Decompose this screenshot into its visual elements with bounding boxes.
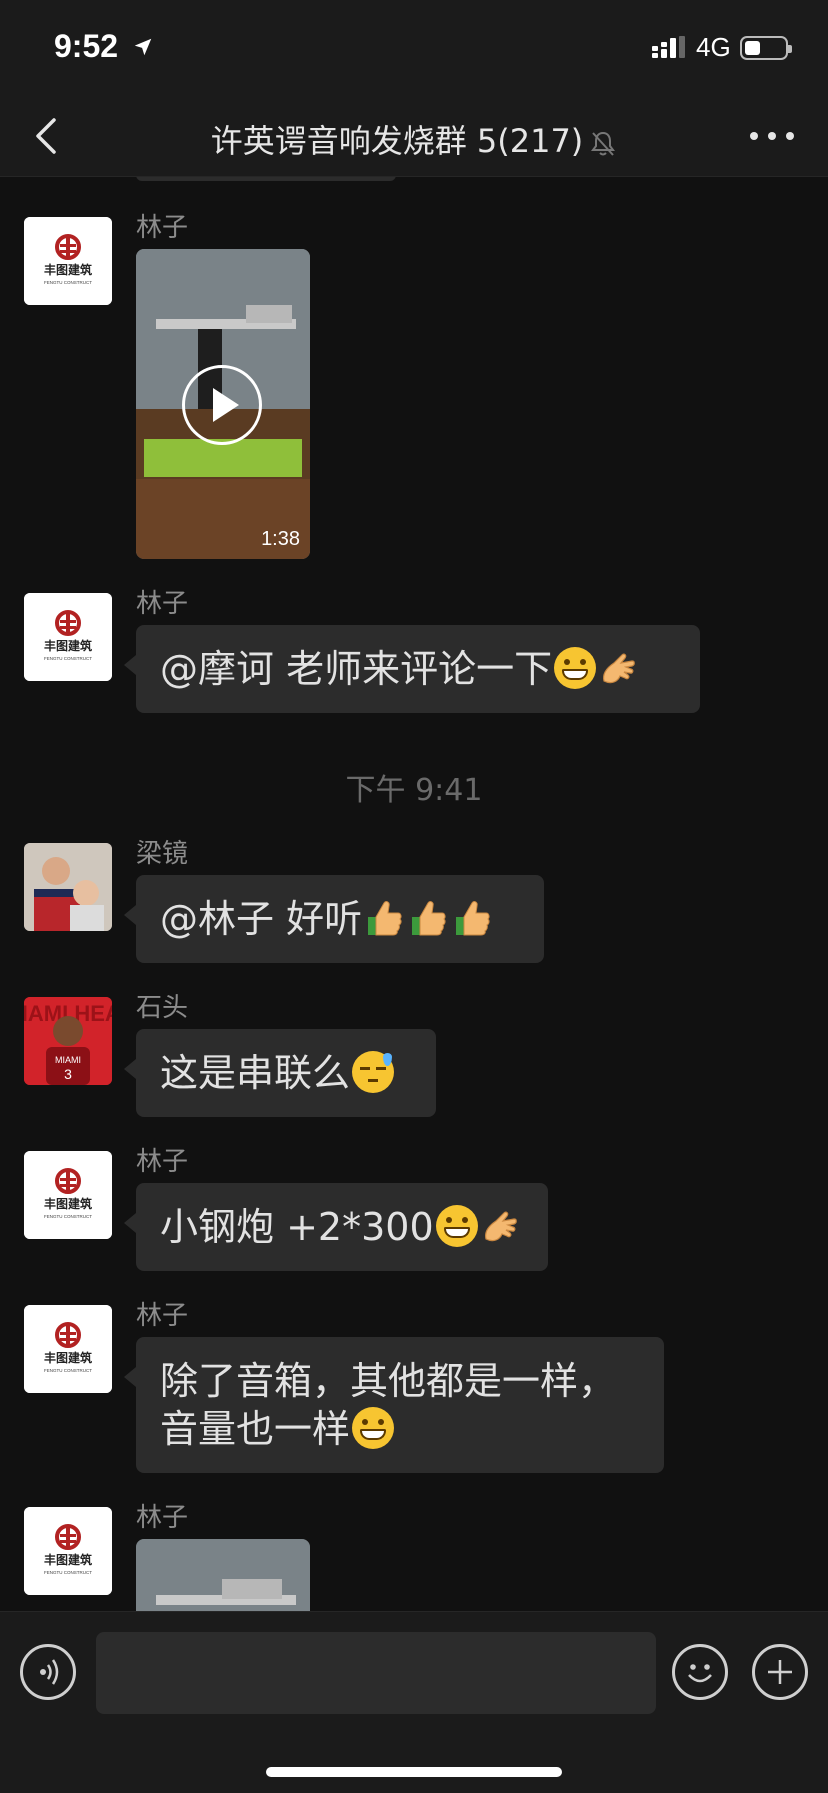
signal-icon xyxy=(652,36,685,58)
thumbs-up-icon xyxy=(368,901,402,936)
previous-message-bubble[interactable] xyxy=(136,177,396,181)
logo-subtitle: FENGTU CONSTRUCT xyxy=(44,280,92,285)
chat-header: 许英谔音响发烧群 5(217) xyxy=(0,96,828,177)
smiley-icon xyxy=(688,1664,712,1683)
avatar-jersey-number: 3 xyxy=(64,1066,72,1082)
chat-title: 许英谔音响发烧群 5(217) xyxy=(210,122,584,160)
avatar[interactable]: 丰图建筑 FENGTU CONSTRUCT xyxy=(24,1507,112,1595)
avatar-jersey-text: MIAMI xyxy=(55,1055,81,1065)
avatar-player-image: MIAMI HEAT MIAMI 3 xyxy=(24,997,112,1085)
message-input[interactable] xyxy=(96,1632,656,1714)
input-bar xyxy=(0,1611,828,1793)
logo-subtitle: FENGTU CONSTRUCT xyxy=(44,656,92,661)
message-text: 这是串联么 xyxy=(160,1051,351,1095)
thumbs-up-icon xyxy=(456,901,490,936)
status-time: 9:52 xyxy=(54,28,119,64)
avatar[interactable]: 丰图建筑 FENGTU CONSTRUCT xyxy=(24,593,112,681)
home-indicator[interactable] xyxy=(266,1767,562,1777)
sender-name: 林子 xyxy=(136,589,189,619)
avatar[interactable]: MIAMI HEAT MIAMI 3 xyxy=(24,997,112,1085)
status-bar: 9:52 4G xyxy=(0,0,828,96)
sender-name: 梁镜 xyxy=(136,839,189,869)
plus-icon xyxy=(768,1660,792,1684)
more-functions-button[interactable] xyxy=(752,1644,808,1700)
message-text: @摩诃 老师来评论一下 xyxy=(160,647,553,691)
logo-subtitle: FENGTU CONSTRUCT xyxy=(44,1368,92,1373)
company-logo-icon: 丰图建筑 FENGTU CONSTRUCT xyxy=(24,593,112,681)
sender-name: 石头 xyxy=(136,993,189,1023)
grinning-face-icon xyxy=(435,1205,478,1247)
message-bubble[interactable]: @林子 好听 xyxy=(124,875,544,963)
video-thumbnail xyxy=(136,1539,310,1611)
company-logo-icon: 丰图建筑 FENGTU CONSTRUCT xyxy=(24,217,112,305)
battery-icon xyxy=(740,36,792,60)
network-type: 4G xyxy=(696,32,731,62)
avatar[interactable]: 丰图建筑 FENGTU CONSTRUCT xyxy=(24,1151,112,1239)
grinning-face-icon xyxy=(352,1407,395,1449)
message-text-line: 音量也一样 xyxy=(160,1407,351,1451)
logo-title: 丰图建筑 xyxy=(44,638,92,653)
avatar-photo xyxy=(24,843,112,931)
ok-hand-icon xyxy=(603,653,635,684)
logo-title: 丰图建筑 xyxy=(44,1552,92,1567)
sender-name: 林子 xyxy=(136,1301,189,1331)
company-logo-icon: 丰图建筑 FENGTU CONSTRUCT xyxy=(24,1305,112,1393)
grinning-face-icon xyxy=(554,647,597,689)
message-list[interactable]: 丰图建筑 FENGTU CONSTRUCT 林子 1:38 丰图建筑 FENGTU … xyxy=(0,177,828,1611)
logo-subtitle: FENGTU CONSTRUCT xyxy=(44,1570,92,1575)
company-logo-icon: 丰图建筑 FENGTU CONSTRUCT xyxy=(24,1151,112,1239)
play-button[interactable] xyxy=(182,365,262,445)
sender-name: 林子 xyxy=(136,213,189,243)
message-bubble[interactable]: 除了音箱，其他都是一样， 音量也一样 xyxy=(124,1337,664,1473)
message-text: @林子 好听 xyxy=(160,897,363,941)
company-logo-icon: 丰图建筑 FENGTU CONSTRUCT xyxy=(24,1507,112,1595)
avatar[interactable] xyxy=(24,843,112,931)
video-duration: 1:38 xyxy=(261,528,300,550)
sweat-face-icon xyxy=(352,1051,395,1093)
time-divider: 下午 9:41 xyxy=(345,773,483,808)
video-message[interactable]: 1:38 xyxy=(136,249,310,559)
message-bubble[interactable]: @摩诃 老师来评论一下 xyxy=(124,625,700,713)
sender-name: 林子 xyxy=(136,1147,189,1177)
chat-title-wrap: 许英谔音响发烧群 5(217) xyxy=(0,116,828,162)
thumbs-up-icon xyxy=(412,901,446,936)
voice-icon xyxy=(40,1659,59,1685)
message-text: 小钢炮 +2*300 xyxy=(160,1205,434,1249)
location-arrow-icon xyxy=(134,38,152,56)
logo-title: 丰图建筑 xyxy=(44,1196,92,1211)
logo-title: 丰图建筑 xyxy=(44,1350,92,1365)
logo-title: 丰图建筑 xyxy=(44,262,92,277)
more-icon[interactable] xyxy=(746,116,798,156)
avatar[interactable]: 丰图建筑 FENGTU CONSTRUCT xyxy=(24,217,112,305)
message-text-line: 除了音箱，其他都是一样， xyxy=(160,1359,617,1403)
voice-input-button[interactable] xyxy=(20,1644,76,1700)
sender-name: 林子 xyxy=(136,1503,189,1533)
video-message[interactable] xyxy=(136,1539,310,1611)
emoji-button[interactable] xyxy=(672,1644,728,1700)
message-bubble[interactable]: 小钢炮 +2*300 xyxy=(124,1183,548,1271)
ok-hand-icon xyxy=(484,1211,517,1242)
message-bubble[interactable]: 这是串联么 xyxy=(124,1029,436,1117)
avatar[interactable]: 丰图建筑 FENGTU CONSTRUCT xyxy=(24,1305,112,1393)
mute-bell-icon xyxy=(591,131,616,156)
logo-subtitle: FENGTU CONSTRUCT xyxy=(44,1214,92,1219)
